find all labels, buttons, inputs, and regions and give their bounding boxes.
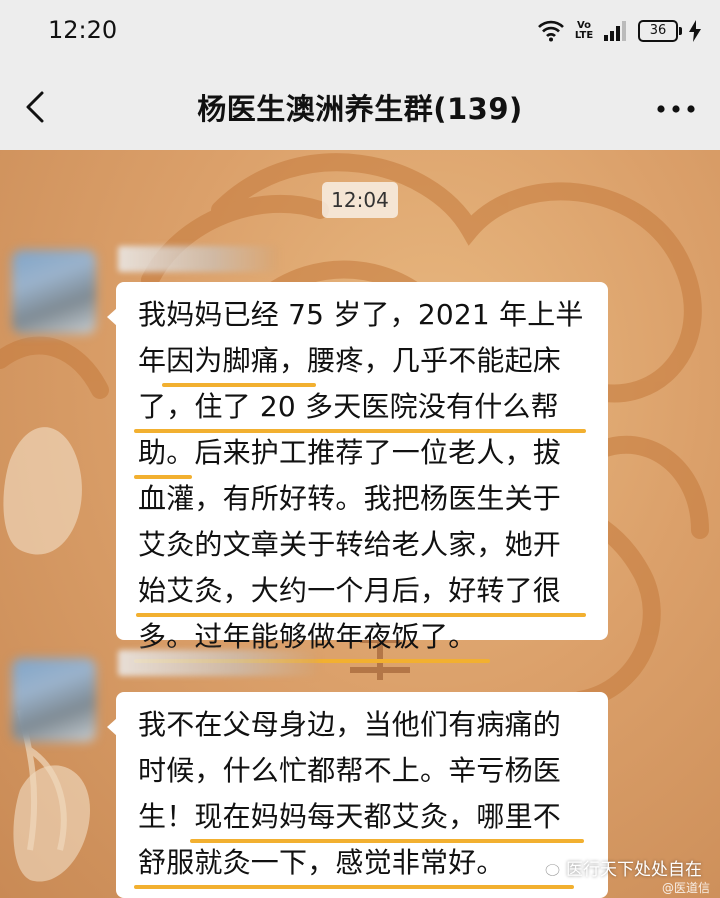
status-bar: 12:20 Vo LTE 36 — [0, 0, 720, 64]
sender-name-blurred — [118, 650, 318, 676]
nav-bar: 杨医生澳洲养生群(139) — [0, 64, 720, 150]
highlight-underline — [134, 429, 586, 433]
chat-title: 杨医生澳洲养生群(139) — [197, 92, 523, 126]
charging-icon — [689, 20, 701, 42]
battery-icon: 36 — [638, 20, 682, 42]
wechat-icon — [538, 859, 560, 876]
highlight-underline — [190, 839, 584, 843]
message-text: 我不在父母身边，当他们有病痛的时候，什么忙都帮不上。辛亏杨医生！现在妈妈每天都艾… — [138, 708, 562, 879]
watermark: 医行天下处处自在 — [538, 855, 702, 880]
highlight-underline — [136, 613, 586, 617]
chat-area[interactable]: 12:04 我妈妈已经 75 岁了，2021 年上半年因为脚痛，腰疼，几乎不能起… — [0, 150, 720, 898]
avatar[interactable] — [12, 250, 96, 334]
message-bubble[interactable]: 我妈妈已经 75 岁了，2021 年上半年因为脚痛，腰疼，几乎不能起床了，住了 … — [107, 282, 608, 663]
highlight-underline — [162, 383, 316, 387]
message-text: 我妈妈已经 75 岁了，2021 年上半年因为脚痛，腰疼，几乎不能起床了，住了 … — [138, 298, 584, 653]
watermark-text: 医行天下处处自在 — [566, 860, 702, 880]
watermark-sub: @医道信 — [661, 881, 710, 895]
message-bubble[interactable]: 我不在父母身边，当他们有病痛的时候，什么忙都帮不上。辛亏杨医生！现在妈妈每天都艾… — [107, 692, 608, 898]
highlight-underline — [134, 475, 192, 479]
more-options-icon[interactable] — [656, 104, 696, 114]
wifi-icon — [538, 20, 564, 42]
message-timestamp: 12:04 — [322, 182, 398, 218]
signal-icon — [604, 21, 626, 41]
status-icons: Vo LTE 36 — [538, 16, 702, 46]
status-time: 12:20 — [48, 16, 118, 44]
avatar[interactable] — [12, 658, 96, 742]
volte-label: Vo LTE — [574, 20, 594, 41]
highlight-underline — [134, 885, 574, 889]
sender-name-blurred — [118, 246, 278, 272]
